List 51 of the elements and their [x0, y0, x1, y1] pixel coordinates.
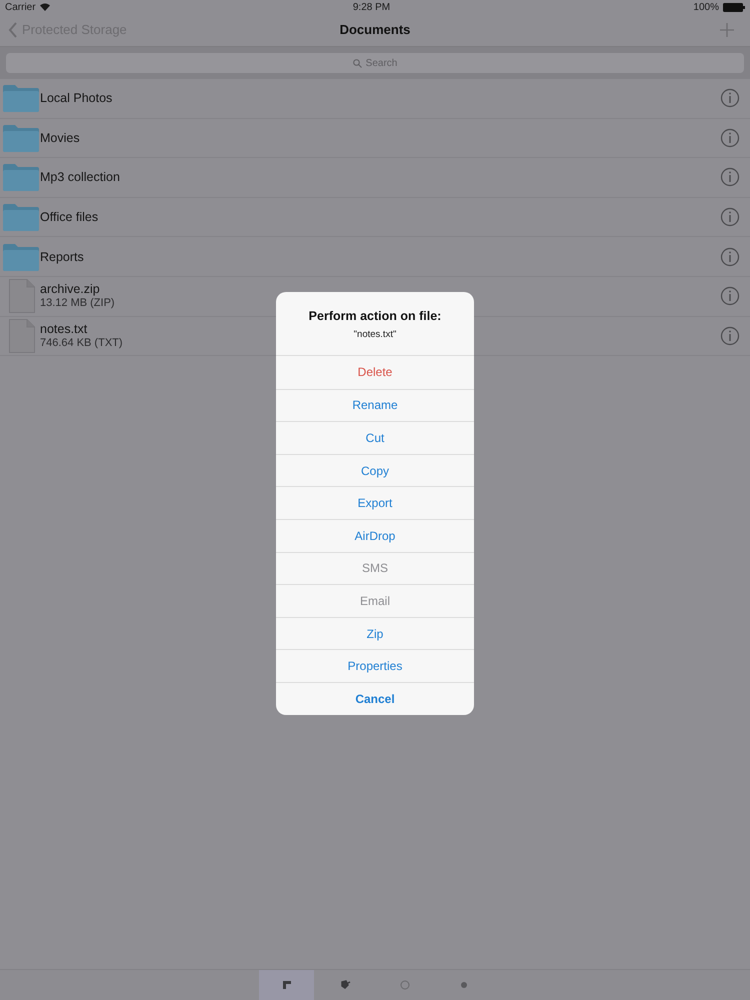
file-name: archive.zip [40, 282, 100, 296]
clock: 9:28 PM [352, 0, 390, 14]
search-icon [352, 58, 362, 68]
file-row[interactable]: Reports [0, 237, 750, 277]
file-row[interactable]: Movies [0, 118, 750, 158]
info-icon[interactable] [720, 128, 740, 148]
action-button[interactable]: Copy [276, 454, 474, 486]
dialog-subtitle: "notes.txt" [354, 328, 396, 342]
action-button[interactable]: Rename [276, 388, 474, 422]
action-button[interactable]: AirDrop [276, 518, 474, 552]
tab-icon [340, 979, 352, 991]
file-row[interactable]: Office files [0, 198, 750, 238]
info-icon[interactable] [720, 286, 740, 306]
file-name: notes.txt [40, 322, 88, 336]
search-field[interactable]: Search [6, 53, 744, 73]
action-button[interactable]: Cut [276, 421, 474, 454]
folder-icon [3, 203, 39, 232]
info-icon[interactable] [720, 207, 740, 228]
tab-icon [398, 979, 410, 991]
file-name: Movies [40, 130, 80, 145]
action-button[interactable]: Export [276, 486, 474, 519]
carrier-label: Carrier [5, 0, 36, 14]
info-icon[interactable] [720, 167, 740, 188]
action-button[interactable]: Zip [276, 616, 474, 650]
info-icon[interactable] [720, 88, 740, 108]
wifi-icon [40, 3, 50, 11]
info-icon[interactable] [720, 326, 740, 346]
add-icon[interactable] [720, 23, 734, 37]
file-row[interactable]: Mp3 collection [0, 158, 750, 198]
nav-title: Documents [340, 21, 410, 40]
chevron-icon [8, 22, 18, 38]
search-placeholder: Search [366, 56, 398, 70]
file-name: Local Photos [40, 91, 112, 106]
battery-percent: 100% [693, 0, 719, 14]
info-icon[interactable] [720, 246, 740, 267]
folder-icon [3, 163, 39, 192]
battery-icon [722, 2, 745, 12]
action-button[interactable]: Delete [276, 356, 474, 389]
folder-icon [3, 242, 39, 271]
file-name: Mp3 collection [40, 170, 120, 184]
tab-button[interactable] [259, 970, 314, 1000]
file-name: Reports [40, 250, 84, 264]
folder-icon [3, 124, 39, 152]
file-row[interactable]: Local Photos [0, 79, 750, 119]
file-name: Office files [40, 210, 98, 224]
file-details: 13.12 MB (ZIP) [40, 296, 115, 310]
tab-icon [280, 979, 292, 991]
folder-icon [3, 84, 39, 112]
action-button[interactable]: Cancel [276, 682, 474, 715]
file-details: 746.64 KB (TXT) [40, 336, 123, 350]
action-button[interactable]: Properties [276, 649, 474, 682]
